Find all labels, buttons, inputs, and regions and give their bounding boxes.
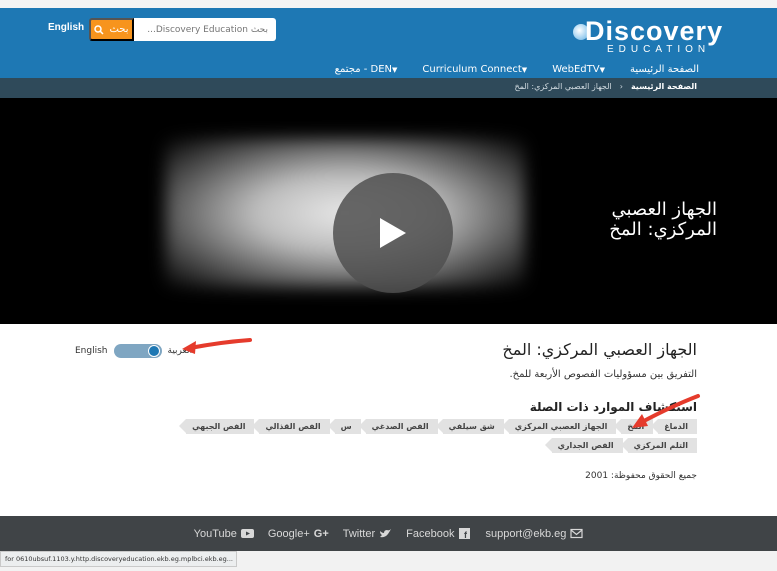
copyright-text: جميع الحقوق محفوظة: 2001	[585, 471, 697, 481]
language-toggle[interactable]	[113, 344, 162, 358]
mail-icon	[570, 528, 583, 539]
tag-item[interactable]: الفص الجبهي	[179, 419, 255, 434]
main-content: English العربية الجهاز العصبي المركزي: ا…	[0, 324, 777, 516]
tag-item[interactable]: الفص القذالي	[252, 419, 330, 434]
tag-item[interactable]: التلم المركزي	[620, 438, 697, 453]
video-player[interactable]: الجهاز العصبي المركزي: المخ	[0, 98, 777, 324]
language-toggle-group: English العربية	[75, 344, 192, 358]
breadcrumb-current: الجهاز العصبي المركزي: المخ	[514, 82, 612, 91]
search-icon	[94, 24, 104, 35]
logo-main-text: Discovery	[585, 16, 724, 46]
footer-support-email-link[interactable]: support@ekb.eg	[485, 528, 583, 540]
tag-item[interactable]: الفص الصدغي	[358, 419, 438, 434]
google-plus-icon: G+	[313, 527, 329, 540]
breadcrumb-home[interactable]: الصفحة الرئيسية	[631, 82, 697, 91]
tag-item[interactable]: الفص الجداري	[544, 438, 623, 453]
footer-facebook-link[interactable]: Facebook f	[406, 528, 471, 540]
resource-description: التفريق بين مسؤوليات الفصوص الأربعة للمخ…	[509, 369, 697, 380]
youtube-icon	[240, 529, 254, 538]
footer-youtube-link[interactable]: YouTube	[194, 528, 254, 540]
tag-item[interactable]: شق سيلفي	[435, 419, 504, 434]
footer-twitter-link[interactable]: Twitter	[343, 528, 392, 540]
play-icon	[380, 218, 406, 248]
footer-googleplus-link[interactable]: Google+ G+	[268, 528, 329, 540]
top-strip	[0, 0, 777, 8]
browser-status-bar: for 0610ubsuf.1103.y.http.discoveryeduca…	[0, 551, 237, 567]
related-tags: الدماغ المخ الجهاز العصبي المركزي شق سيل…	[177, 419, 697, 453]
search-button-label: بحث	[109, 24, 129, 35]
annotation-arrow-icon	[182, 338, 252, 354]
toggle-label-english: English	[75, 346, 108, 356]
search-input[interactable]	[134, 18, 276, 41]
breadcrumb-bar: الصفحة الرئيسية ‹ الجهاز العصبي المركزي:…	[0, 78, 777, 98]
toggle-knob	[147, 345, 160, 357]
discovery-education-logo[interactable]: Discovery EDUCATION	[565, 16, 722, 58]
site-footer: YouTube Google+ G+ Twitter Facebook f su…	[0, 516, 777, 551]
breadcrumb: الصفحة الرئيسية ‹ الجهاز العصبي المركزي:…	[514, 82, 697, 91]
caret-down-icon: ▼	[392, 66, 398, 74]
search-button[interactable]: بحث	[89, 18, 134, 41]
logo-sub-text: EDUCATION	[607, 44, 711, 55]
facebook-icon: f	[459, 528, 471, 539]
video-title: الجهاز العصبي المركزي: المخ	[609, 199, 717, 240]
caret-down-icon: ▼	[599, 66, 605, 74]
play-button[interactable]	[333, 173, 453, 293]
annotation-arrow-icon	[632, 394, 700, 428]
chevron-left-icon: ‹	[619, 82, 623, 91]
english-language-link[interactable]: English	[48, 22, 84, 33]
site-header: English بحث Discovery EDUCATION الصفحة ا…	[0, 8, 777, 78]
twitter-icon	[380, 529, 392, 538]
page-title: الجهاز العصبي المركزي: المخ	[502, 340, 697, 359]
search-bar: بحث	[89, 18, 276, 41]
tag-item[interactable]: س	[327, 419, 361, 434]
tag-item[interactable]: الجهاز العصبي المركزي	[501, 419, 617, 434]
caret-down-icon: ▼	[521, 66, 528, 74]
